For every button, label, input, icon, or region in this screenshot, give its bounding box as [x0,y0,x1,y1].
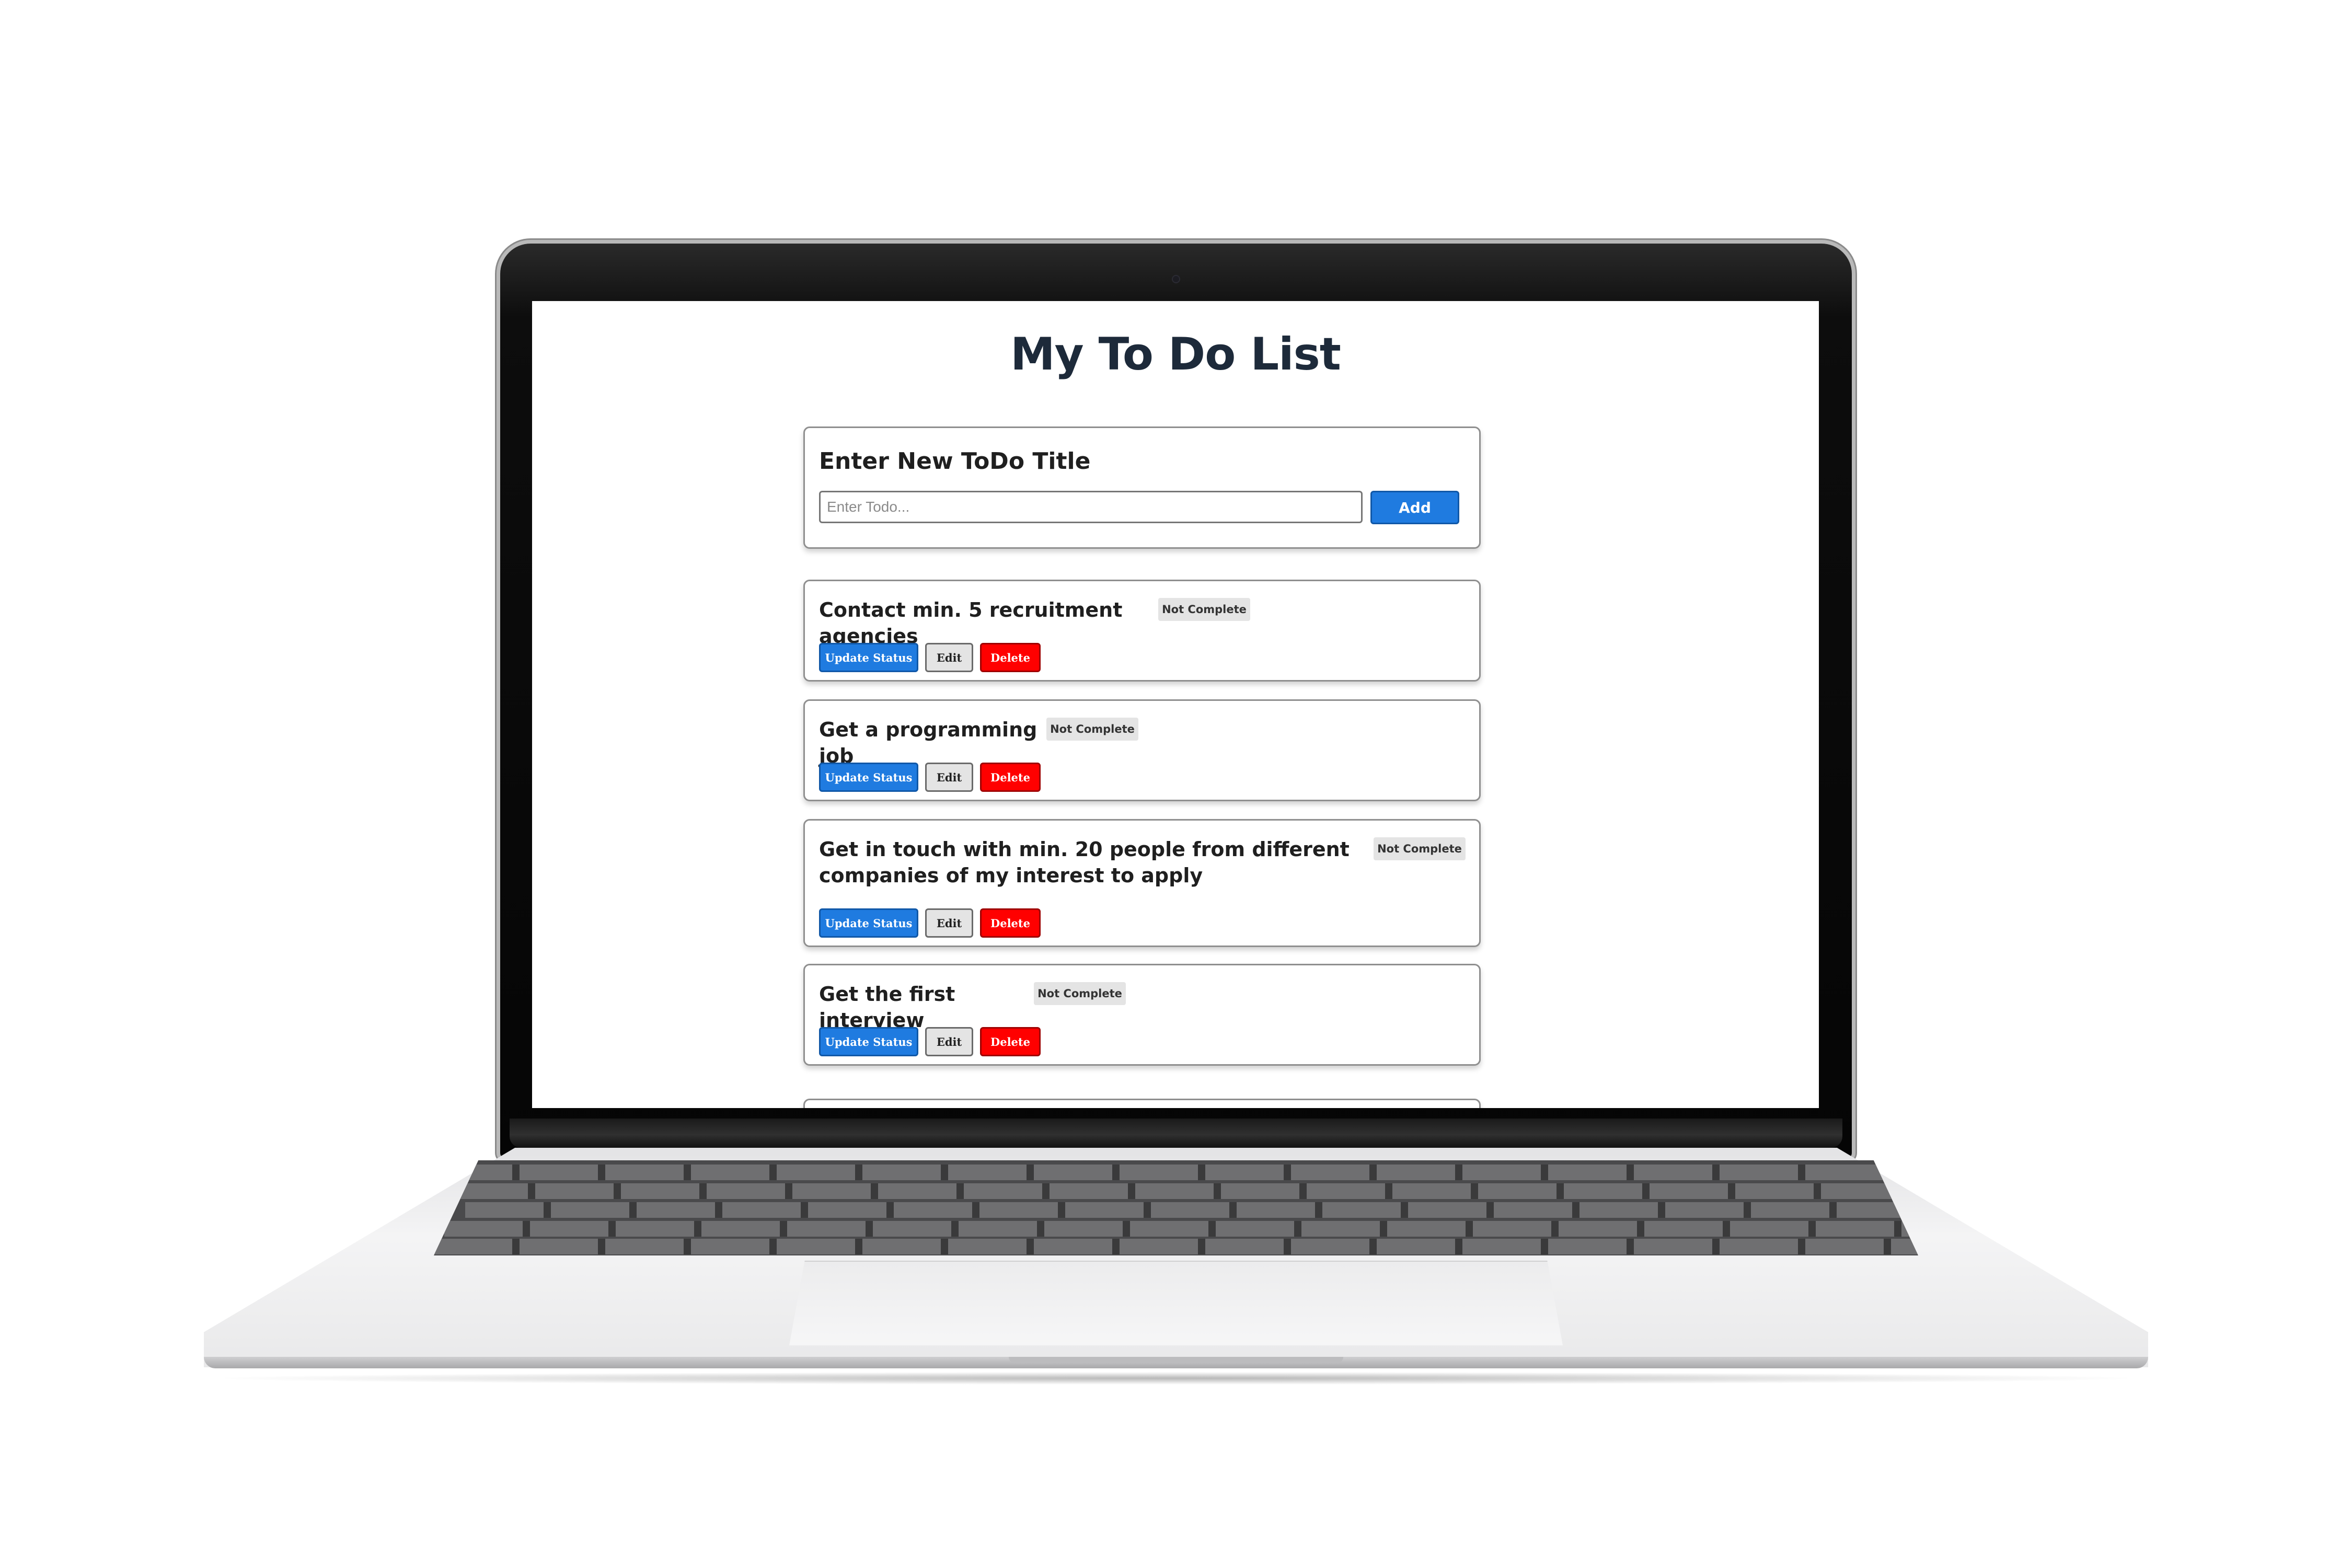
delete-button[interactable]: Delete [980,1027,1041,1056]
edit-button[interactable]: Edit [925,763,973,792]
todo-item-partial [803,1099,1481,1108]
laptop-shadow [225,1372,2127,1385]
laptop-lid-notch [1009,1357,1343,1363]
webcam-icon [1173,276,1179,282]
edit-button[interactable]: Edit [925,1027,973,1056]
update-status-button[interactable]: Update Status [819,643,918,672]
delete-button[interactable]: Delete [980,763,1041,792]
todo-title: Contact min. 5 recruitment agencies [819,598,1123,648]
status-badge: Not Complete [1374,837,1466,860]
keyboard-row [449,1183,1918,1199]
laptop-screen: My To Do List Enter New ToDo Title Add C… [532,301,1819,1108]
todo-item: Get in touch with min. 20 people from di… [803,819,1481,947]
keyboard [434,1160,1918,1255]
edit-button[interactable]: Edit [925,908,973,938]
new-todo-heading: Enter New ToDo Title [819,448,1091,475]
update-status-button[interactable]: Update Status [819,763,918,792]
edit-button[interactable]: Edit [925,643,973,672]
todo-title-input[interactable] [819,491,1363,523]
keyboard-row [465,1202,1918,1218]
trackpad [789,1261,1563,1345]
todo-item: Contact min. 5 recruitment agencies Not … [803,580,1481,682]
status-badge: Not Complete [1158,598,1250,621]
page-title: My To Do List [1010,328,1341,381]
app-viewport: My To Do List Enter New ToDo Title Add C… [536,301,1815,1108]
delete-button[interactable]: Delete [980,908,1041,938]
todo-item: Get the first interview Not Complete Upd… [803,964,1481,1066]
todo-title: Get in touch with min. 20 people from di… [819,838,1350,887]
update-status-button[interactable]: Update Status [819,908,918,938]
delete-button[interactable]: Delete [980,643,1041,672]
todo-title: Get a programming job [819,718,1037,767]
keyboard-row [434,1239,1918,1254]
todo-item: Get a programming job Not Complete Updat… [803,699,1481,801]
keyboard-row [434,1165,1918,1180]
status-badge: Not Complete [1034,982,1126,1005]
todo-title: Get the first interview [819,983,955,1032]
laptop-hinge [510,1119,1842,1148]
update-status-button[interactable]: Update Status [819,1027,918,1056]
keyboard-row [444,1221,1918,1237]
status-badge: Not Complete [1046,718,1138,741]
new-todo-form: Enter New ToDo Title Add [803,426,1481,549]
add-todo-button[interactable]: Add [1370,491,1459,524]
